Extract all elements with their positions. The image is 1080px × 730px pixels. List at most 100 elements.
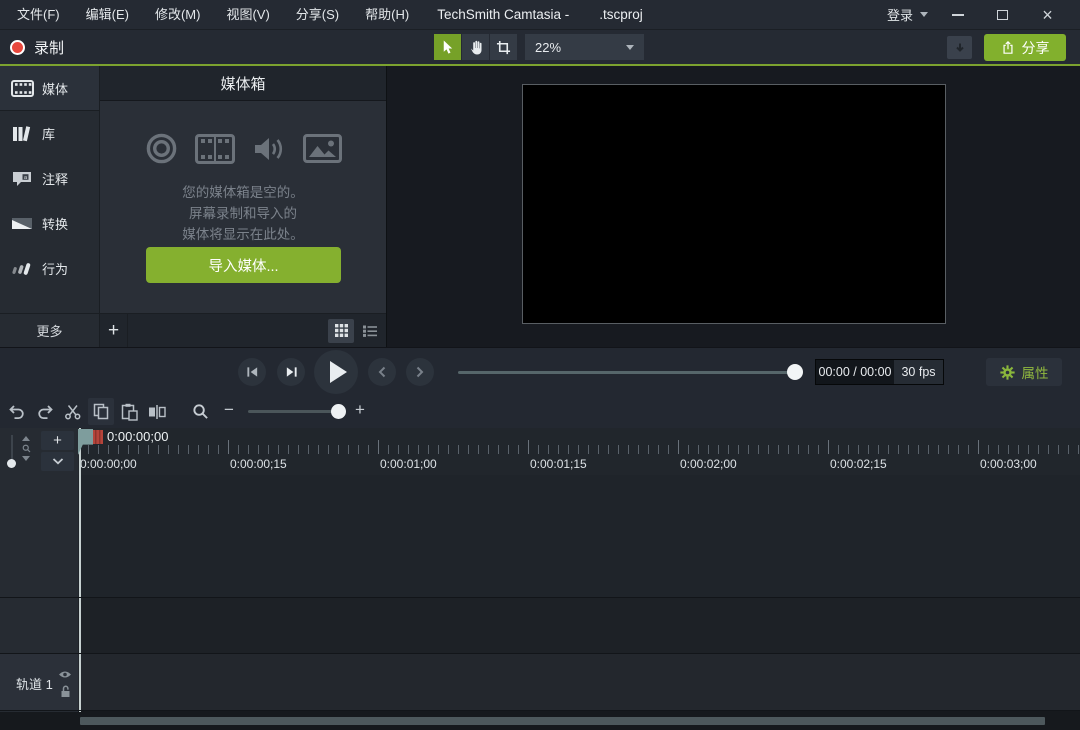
canvas-area[interactable]: [386, 66, 1080, 347]
cursor-icon: [440, 39, 455, 55]
ruler-label: 0:00:01;15: [530, 457, 587, 471]
canvas-tools: [434, 34, 517, 60]
sidebar-item-media[interactable]: 媒体: [0, 66, 99, 111]
chevron-down-icon: [626, 45, 634, 50]
properties-button[interactable]: 属性: [986, 358, 1062, 386]
track-1-lane[interactable]: [78, 654, 1080, 710]
list-view-icon: [363, 325, 377, 337]
sidebar-item-label: 转换: [42, 214, 68, 233]
step-back-button[interactable]: [238, 358, 266, 386]
timeline-empty-lane[interactable]: [78, 598, 1080, 653]
step-forward-button[interactable]: [277, 358, 305, 386]
ruler-label: 0:00:02;00: [680, 457, 737, 471]
next-icon: [416, 366, 424, 378]
record-dot-icon: [10, 40, 25, 55]
zoom-icon: [22, 444, 31, 453]
sidebar-item-label: 行为: [42, 259, 68, 278]
select-tool-button[interactable]: [434, 34, 461, 60]
horizontal-scrollbar[interactable]: [80, 717, 1045, 725]
previous-button[interactable]: [368, 358, 396, 386]
play-button[interactable]: [314, 350, 358, 394]
redo-button[interactable]: [32, 398, 58, 425]
fps-display[interactable]: 30 fps: [894, 360, 943, 384]
track-1-header[interactable]: 轨道 1: [0, 654, 78, 710]
add-media-button[interactable]: +: [100, 314, 128, 347]
ruler-label: 0:00:03;00: [980, 457, 1037, 471]
timeline-empty-lane[interactable]: [78, 475, 1080, 597]
playhead-grip[interactable]: [93, 430, 103, 444]
track-height-slider-thumb[interactable]: [7, 459, 16, 468]
timeline: 0:00:00;00 0:00:00;15 0:00:01;00 0:00:01…: [0, 428, 1080, 730]
track-options-button[interactable]: [41, 452, 74, 471]
grid-view-button[interactable]: [328, 319, 354, 343]
seek-slider-track[interactable]: [458, 371, 802, 374]
share-label: 分享: [1022, 38, 1050, 58]
timeline-zoom-button[interactable]: [192, 403, 209, 420]
gutter-bottom: [0, 712, 78, 730]
copy-button[interactable]: [88, 398, 114, 425]
menu-view[interactable]: 视图(V): [213, 0, 282, 30]
login-button[interactable]: 登录: [887, 5, 928, 24]
record-button[interactable]: 录制: [10, 30, 64, 64]
crop-tool-button[interactable]: [490, 34, 517, 60]
media-bin-empty-text: 您的媒体箱是空的。 屏幕录制和导入的 媒体将显示在此处。: [100, 182, 386, 245]
share-button[interactable]: 分享: [984, 34, 1066, 61]
sidebar-item-behaviors[interactable]: 行为: [0, 246, 99, 291]
share-icon: [1001, 40, 1015, 55]
main-area: 媒体 库 a 注释 转换: [0, 66, 1080, 347]
timeline-zoom-out-button[interactable]: −: [224, 400, 234, 420]
record-circle-icon: [145, 132, 178, 165]
sidebar-item-annotations[interactable]: a 注释: [0, 156, 99, 201]
sidebar: 媒体 库 a 注释 转换: [0, 66, 100, 347]
menu-help[interactable]: 帮助(H): [352, 0, 422, 30]
split-button[interactable]: [144, 398, 170, 425]
time-display-group: 00:00 / 00:00 30 fps: [815, 359, 944, 385]
menu-items: 文件(F) 编辑(E) 修改(M) 视图(V) 分享(S) 帮助(H): [0, 0, 422, 30]
maximize-button[interactable]: [980, 0, 1025, 30]
close-button[interactable]: ×: [1025, 0, 1070, 30]
next-button[interactable]: [406, 358, 434, 386]
download-button[interactable]: [947, 36, 972, 59]
pan-tool-button[interactable]: [462, 34, 489, 60]
track-lock-toggle[interactable]: [60, 685, 71, 698]
menu-edit[interactable]: 编辑(E): [73, 0, 142, 30]
menu-file[interactable]: 文件(F): [4, 0, 73, 30]
menu-share[interactable]: 分享(S): [283, 0, 352, 30]
sidebar-item-transitions[interactable]: 转换: [0, 201, 99, 246]
import-media-button[interactable]: 导入媒体...: [146, 247, 341, 283]
add-track-button[interactable]: +: [41, 431, 74, 450]
track-height-slider-track[interactable]: [11, 435, 13, 462]
canvas-zoom-select[interactable]: 22%: [525, 34, 644, 60]
media-bin-panel: 媒体箱 您的媒体箱是空的。 屏幕录制和导入的 媒体将显示在此处。 导入媒体...…: [100, 66, 386, 347]
media-bin-title: 媒体箱: [100, 66, 386, 101]
sidebar-item-library[interactable]: 库: [0, 111, 99, 156]
behavior-icon: [10, 259, 34, 279]
cut-button[interactable]: [60, 398, 86, 425]
timeline-zoom-in-button[interactable]: +: [355, 400, 365, 420]
crop-icon: [496, 40, 511, 55]
playhead-line[interactable]: [79, 428, 81, 712]
hand-icon: [468, 39, 484, 55]
timeline-zoom-slider-thumb[interactable]: [331, 404, 346, 419]
empty-text-line: 您的媒体箱是空的。: [100, 182, 386, 203]
timeline-ruler[interactable]: 0:00:00;00 0:00:00;15 0:00:01;00 0:00:01…: [78, 428, 1080, 475]
track-height-zoom-control[interactable]: [20, 436, 32, 461]
list-view-button[interactable]: [357, 319, 383, 343]
paste-button[interactable]: [116, 398, 142, 425]
window-controls: ×: [935, 0, 1070, 30]
sidebar-more-button[interactable]: 更多: [0, 313, 99, 347]
filmstrip-icon: [195, 134, 235, 164]
seek-slider-thumb[interactable]: [787, 364, 803, 380]
undo-button[interactable]: [4, 398, 30, 425]
chevron-down-icon: [920, 12, 928, 17]
library-icon: [10, 125, 34, 143]
empty-text-line: 媒体将显示在此处。: [100, 224, 386, 245]
image-icon: [303, 134, 342, 163]
video-preview[interactable]: [522, 84, 946, 324]
minimize-button[interactable]: [935, 0, 980, 30]
menu-modify[interactable]: 修改(M): [142, 0, 214, 30]
timeline-toolbar: − +: [0, 395, 1080, 428]
zoom-out-arrow-icon: [22, 456, 30, 461]
sidebar-more-label: 更多: [36, 321, 62, 340]
track-visibility-toggle[interactable]: [58, 670, 72, 679]
